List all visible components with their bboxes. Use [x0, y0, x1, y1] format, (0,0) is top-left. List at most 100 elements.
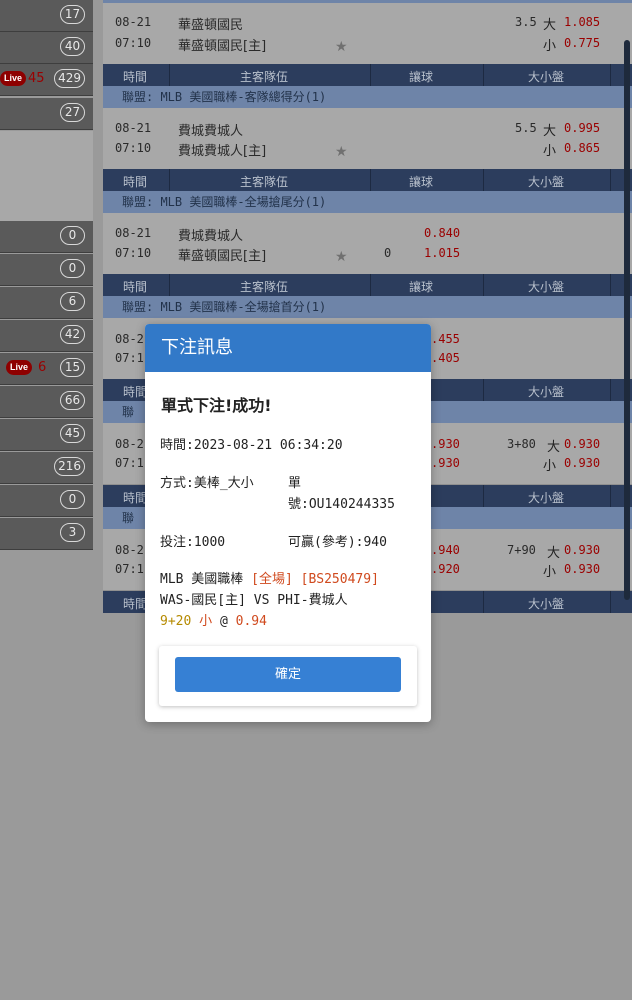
handicap-line: 0 [384, 246, 392, 260]
count-badge: 0 [60, 226, 85, 245]
star-icon[interactable]: ★ [335, 249, 348, 265]
ou-small-label: 小 [543, 459, 557, 474]
sidebar-row-empty[interactable] [0, 191, 93, 223]
header-handicap: 讓球 [409, 70, 434, 84]
count-badge: 45 [60, 424, 85, 443]
league-title[interactable]: 聯盟: MLB 美國職棒-全場搶首分(1) [103, 296, 632, 318]
count-badge: 15 [60, 358, 85, 377]
confirm-button[interactable]: 確定 [175, 657, 401, 692]
bet-win: 可贏(參考):940 [288, 535, 387, 550]
confirm-panel: 確定 [159, 646, 417, 706]
star-icon[interactable]: ★ [335, 144, 348, 160]
league-sidebar: 17 40 Live 45 429 27 0 0 6 42 Live 6 15 … [0, 0, 93, 555]
sidebar-row-empty[interactable] [0, 131, 93, 163]
match-time: 07:1 [115, 562, 144, 576]
sidebar-row[interactable]: Live 45 429 [0, 64, 93, 96]
handicap-odds-home[interactable]: 1.015 [424, 246, 460, 260]
team-away: 華盛頓國民 [178, 18, 244, 33]
count-badge: 429 [54, 69, 85, 88]
team-away: 費城費城人 [178, 124, 244, 139]
handicap-odds-home[interactable]: .920 [431, 562, 460, 576]
bet-period: [全場] [251, 572, 293, 587]
star-icon[interactable]: ★ [335, 39, 348, 55]
match-row[interactable]: 08-21 07:10 費城費城人 費城費城人[主] ★ 5.5 大 0.995… [103, 108, 632, 170]
ou-line: 3+80 [507, 437, 536, 451]
handicap-odds-away[interactable]: 0.840 [424, 226, 460, 240]
league-name: MLB 美國職棒 [160, 572, 244, 587]
count-badge: 66 [60, 391, 85, 410]
match-time: 07:10 [115, 141, 152, 155]
ou-small-odds[interactable]: 0.775 [564, 36, 600, 50]
match-time: 07:1 [115, 456, 144, 470]
table-header: 時間 主客隊伍 讓球 大小盤 [103, 274, 632, 296]
sidebar-row[interactable]: 40 [0, 32, 93, 64]
match-date: 08-21 [115, 15, 152, 29]
ou-big-odds[interactable]: 1.085 [564, 15, 600, 29]
live-badge: Live [6, 360, 33, 375]
sidebar-row[interactable]: 66 [0, 386, 93, 418]
ou-small-odds[interactable]: 0.930 [564, 562, 600, 576]
league-title[interactable]: 聯盟: MLB 美國職棒-客隊總得分(1) [103, 86, 632, 108]
sidebar-row[interactable]: 0 [0, 254, 93, 286]
header-time: 時間 [123, 597, 148, 611]
ou-big-odds[interactable]: 0.930 [564, 437, 600, 451]
live-count: 6 [38, 360, 47, 375]
bet-info-dialog: 下注訊息 單式下注!成功! 時間:2023-08-21 06:34:20 方式:… [145, 324, 431, 722]
order-label: 單 [288, 476, 302, 491]
team-home: 華盛頓國民[主] [178, 39, 267, 54]
header-time: 時間 [123, 385, 148, 399]
bet-pick: 小 [199, 614, 213, 629]
sidebar-row[interactable]: 216 [0, 452, 93, 484]
sidebar-row-empty[interactable] [0, 161, 93, 193]
ou-line: 7+90 [507, 543, 536, 557]
header-handicap: 讓球 [409, 175, 434, 189]
game-code: [BS250479] [300, 572, 379, 587]
sidebar-row[interactable]: 3 [0, 518, 93, 550]
sidebar-row[interactable]: 0 [0, 221, 93, 253]
handicap-odds-home[interactable]: .930 [431, 456, 460, 470]
match-date: 08-21 [115, 121, 152, 135]
match-date: 08-2 [115, 332, 144, 346]
handicap-odds-away[interactable]: .940 [431, 543, 460, 557]
team-away: 費城費城人 [178, 229, 244, 244]
sidebar-row[interactable]: 27 [0, 98, 93, 130]
header-teams: 主客隊伍 [240, 280, 289, 294]
bet-method: 方式:美棒_大小 [160, 476, 254, 491]
match-row[interactable]: 08-21 07:10 華盛頓國民 華盛頓國民[主] ★ 3.5 大 1.085… [103, 3, 632, 65]
ou-big-odds[interactable]: 0.930 [564, 543, 600, 557]
count-badge: 0 [60, 490, 85, 509]
handicap-odds-home[interactable]: .405 [431, 351, 460, 365]
header-overunder: 大小盤 [528, 175, 565, 189]
match-time: 07:10 [115, 246, 152, 260]
ou-big-label: 大 [547, 546, 561, 561]
bet-odds: 0.94 [235, 614, 267, 629]
header-teams: 主客隊伍 [240, 70, 289, 84]
ou-line: 5.5 [515, 121, 537, 135]
sidebar-row[interactable]: 42 [0, 320, 93, 352]
count-badge: 216 [54, 457, 85, 476]
sidebar-row[interactable]: 0 [0, 485, 93, 517]
header-overunder: 大小盤 [528, 491, 565, 505]
scrollbar[interactable] [624, 40, 630, 600]
sidebar-row[interactable]: 45 [0, 419, 93, 451]
count-badge: 17 [60, 5, 85, 24]
match-date: 08-2 [115, 543, 144, 557]
sidebar-row[interactable]: 17 [0, 0, 93, 32]
ou-big-odds[interactable]: 0.995 [564, 121, 600, 135]
league-title[interactable]: 聯盟: MLB 美國職棒-全場搶尾分(1) [103, 191, 632, 213]
ou-small-odds[interactable]: 0.930 [564, 456, 600, 470]
count-badge: 27 [60, 103, 85, 122]
match-row[interactable]: 08-21 07:10 費城費城人 華盛頓國民[主] ★ 0.840 0 1.0… [103, 213, 632, 275]
header-handicap: 讓球 [409, 280, 434, 294]
sidebar-row[interactable]: Live 6 15 [0, 353, 93, 385]
ou-big-label: 大 [543, 124, 557, 139]
bet-stake: 投注:1000 [160, 535, 226, 550]
sidebar-row[interactable]: 6 [0, 287, 93, 319]
handicap-odds-away[interactable]: .455 [431, 332, 460, 346]
match-time: 07:1 [115, 351, 144, 365]
header-time: 時間 [123, 491, 148, 505]
count-badge: 42 [60, 325, 85, 344]
handicap-odds-away[interactable]: .930 [431, 437, 460, 451]
ou-small-odds[interactable]: 0.865 [564, 141, 600, 155]
ou-big-label: 大 [547, 440, 561, 455]
